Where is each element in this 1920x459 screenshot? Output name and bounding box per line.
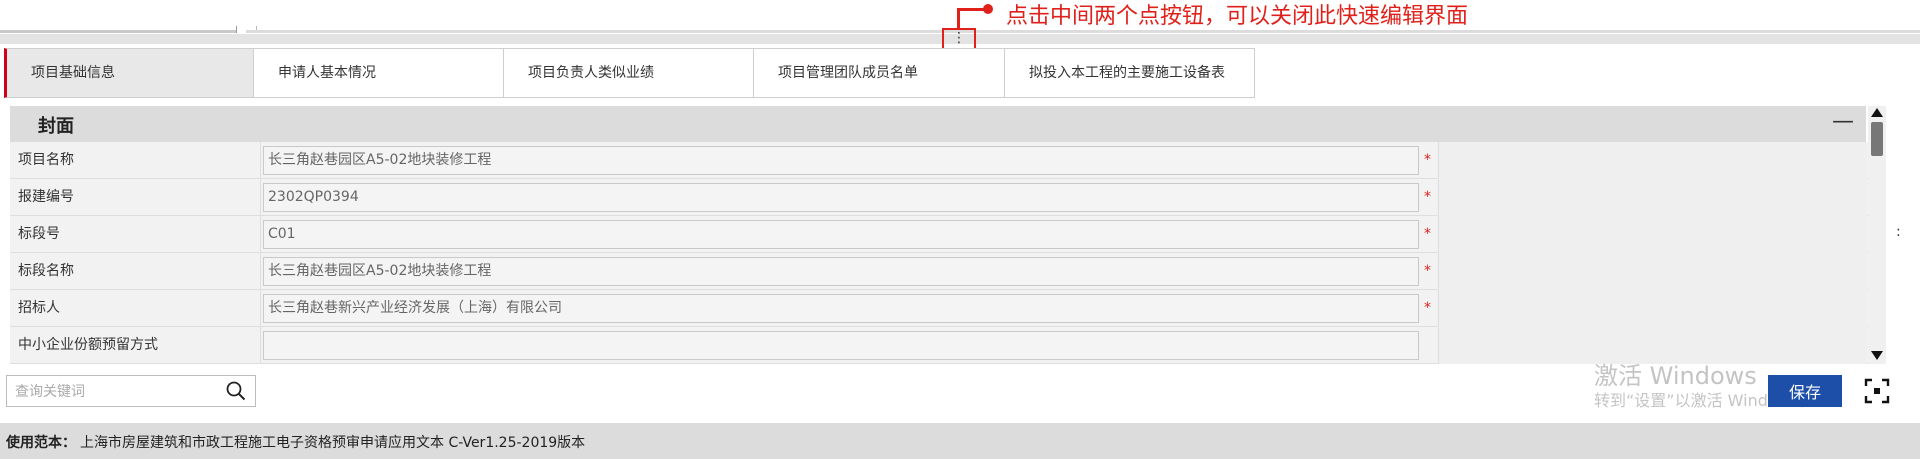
tenderer-field[interactable]: 长三角赵巷新兴产业经济发展（上海）有限公司: [263, 294, 1419, 323]
footer-template-text: 上海市房屋建筑和市政工程施工电子资格预审申请应用文本 C-Ver1.25-201…: [80, 435, 586, 451]
save-button[interactable]: 保存: [1768, 375, 1842, 407]
side-panel-handle[interactable]: :: [1896, 224, 1901, 240]
top-strip-left-segment: [0, 30, 236, 33]
search-box: [6, 375, 256, 407]
required-mark: *: [1424, 152, 1431, 168]
form-row: 标段号 C01 *: [10, 216, 1868, 253]
tab-project-basic-info[interactable]: 项目基础信息: [4, 48, 254, 98]
field-label: 标段号: [18, 226, 60, 242]
field-label: 招标人: [18, 300, 60, 316]
tab-manager-performance[interactable]: 项目负责人类似业绩: [504, 48, 754, 98]
tab-bar: 项目基础信息 申请人基本情况 项目负责人类似业绩 项目管理团队成员名单 拟投入本…: [0, 48, 1920, 100]
form-grid: 项目名称 长三角赵巷园区A5-02地块装修工程 * 报建编号 2302QP039…: [10, 142, 1868, 364]
section-name-field[interactable]: 长三角赵巷园区A5-02地块装修工程: [263, 257, 1419, 286]
field-label: 报建编号: [18, 189, 74, 205]
scroll-down-arrow-icon[interactable]: [1871, 351, 1883, 360]
search-icon[interactable]: [226, 381, 246, 401]
tab-applicant-info[interactable]: 申请人基本情况: [254, 48, 504, 98]
tab-label: 申请人基本情况: [278, 64, 376, 81]
required-mark: *: [1424, 226, 1431, 242]
footer-label: 使用范本：: [6, 435, 76, 451]
sme-reservation-field[interactable]: [263, 331, 1419, 360]
annotation-text: 点击中间两个点按钮，可以关闭此快速编辑界面: [1006, 4, 1469, 29]
section-number-field[interactable]: C01: [263, 220, 1419, 249]
field-label: 项目名称: [18, 152, 74, 168]
registration-number-field[interactable]: 2302QP0394: [263, 183, 1419, 212]
tab-label: 项目负责人类似业绩: [528, 64, 654, 81]
scroll-up-arrow-icon[interactable]: [1871, 108, 1883, 117]
required-mark: *: [1424, 300, 1431, 316]
required-mark: *: [1424, 263, 1431, 279]
tab-label: 拟投入本工程的主要施工设备表: [1029, 64, 1225, 81]
collapse-button[interactable]: —: [1832, 109, 1854, 134]
field-label: 中小企业份额预留方式: [18, 337, 158, 353]
splitter-toggle-button[interactable]: ⋮: [942, 28, 976, 50]
footer-bar: 使用范本： 上海市房屋建筑和市政工程施工电子资格预审申请应用文本 C-Ver1.…: [0, 423, 1920, 459]
tab-team-members[interactable]: 项目管理团队成员名单: [754, 48, 1005, 98]
form-row: 招标人 长三角赵巷新兴产业经济发展（上海）有限公司 *: [10, 290, 1868, 327]
scroll-thumb[interactable]: [1871, 122, 1883, 156]
field-label: 标段名称: [18, 263, 74, 279]
fullscreen-icon[interactable]: [1864, 378, 1890, 404]
vertical-scrollbar[interactable]: [1868, 106, 1886, 364]
form-row: 项目名称 长三角赵巷园区A5-02地块装修工程 *: [10, 142, 1868, 179]
tab-label: 项目管理团队成员名单: [778, 64, 918, 81]
section-title: 封面: [38, 116, 74, 137]
top-strip-divider: [236, 26, 237, 33]
project-name-field[interactable]: 长三角赵巷园区A5-02地块装修工程: [263, 146, 1419, 175]
form-row: 中小企业份额预留方式: [10, 327, 1868, 364]
tab-label: 项目基础信息: [31, 64, 115, 81]
required-mark: *: [1424, 189, 1431, 205]
search-input[interactable]: [13, 380, 217, 404]
windows-activation-watermark: 激活 Windows: [1594, 362, 1757, 390]
tab-equipment-list[interactable]: 拟投入本工程的主要施工设备表: [1005, 48, 1255, 98]
section-header: 封面 —: [10, 106, 1866, 142]
form-row: 报建编号 2302QP0394 *: [10, 179, 1868, 216]
annotation-dot: [983, 4, 993, 14]
annotation-pointer-line: [957, 10, 960, 28]
form-row: 标段名称 长三角赵巷园区A5-02地块装修工程 *: [10, 253, 1868, 290]
